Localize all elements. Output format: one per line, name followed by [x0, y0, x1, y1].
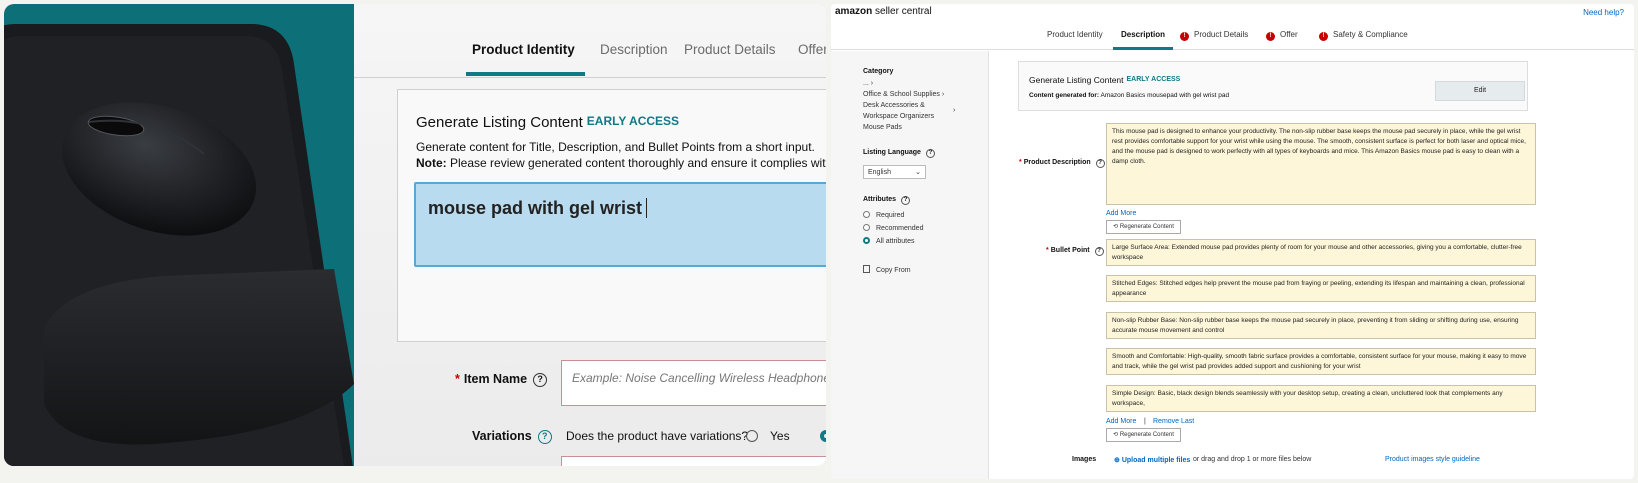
radio-selected-icon[interactable]	[820, 430, 826, 442]
seller-central-screen: amazon seller central Need help? Product…	[831, 4, 1634, 479]
refresh-icon: ⟲	[1113, 224, 1119, 230]
attribute-option-all[interactable]: All attributes	[863, 237, 915, 245]
mousepad-illustration	[4, 24, 354, 466]
help-icon[interactable]: ?	[533, 373, 548, 387]
tab-product-identity[interactable]: Product Identity	[1047, 30, 1103, 39]
category-path-workspace[interactable]: Workspace Organizers	[863, 113, 934, 120]
bullet-point-label: * Bullet Point?	[1046, 247, 1104, 256]
variations-question: Does the product have variations?	[566, 429, 749, 443]
bullet-point-textarea[interactable]: Stitched Edges: Stitched edges help prev…	[1106, 275, 1536, 302]
main-content: Generate Listing Content EARLY ACCESS Con…	[990, 51, 1634, 479]
zoom-tab-product-identity[interactable]: Product Identity	[472, 42, 575, 57]
item-name-input[interactable]: Example: Noise Cancelling Wireless Headp…	[561, 360, 826, 406]
tab-description[interactable]: Description	[1121, 30, 1165, 39]
active-tab-indicator	[466, 72, 585, 76]
promo-panel: Product Identity Description Product Det…	[4, 4, 826, 466]
early-access-badge: EARLY ACCESS	[586, 114, 680, 128]
attribute-option-recommended[interactable]: Recommended	[863, 224, 923, 232]
text-caret	[646, 198, 648, 218]
generate-listing-box: Generate Listing Content EARLY ACCESS Con…	[1018, 61, 1528, 111]
attributes-heading: Attributes?	[863, 196, 911, 205]
link-separator: |	[1144, 418, 1146, 425]
category-path-root[interactable]: ... ›	[863, 80, 873, 87]
regenerate-content-button[interactable]: ⟲ Regenerate Content	[1106, 428, 1181, 442]
copy-from-link[interactable]: Copy From	[863, 265, 911, 274]
generate-listing-box: Generate Listing Content EARLY ACCESS Gen…	[397, 89, 826, 342]
images-label: Images	[1072, 456, 1097, 463]
product-description-label: * Product Description?	[1019, 159, 1105, 168]
variations-no-option[interactable]	[820, 429, 826, 443]
help-icon[interactable]: ?	[1094, 247, 1104, 256]
composite-screenshot: Product Identity Description Product Det…	[0, 0, 1638, 483]
add-more-link[interactable]: Add More	[1106, 418, 1136, 425]
radio-icon[interactable]	[746, 430, 758, 442]
radio-icon[interactable]	[863, 224, 870, 231]
regenerate-content-button[interactable]: ⟲ Regenerate Content	[1106, 220, 1181, 234]
generate-description: Generate content for Title, Description,…	[416, 140, 815, 154]
amazon-seller-central-logo[interactable]: amazon seller central	[835, 6, 932, 17]
sidebar: Category ... › Office & School Supplies …	[831, 51, 989, 479]
drag-drop-text: or drag and drop 1 or more files below	[1193, 456, 1312, 463]
zoom-tab-bar: Product Identity Description Product Det…	[354, 4, 826, 78]
generate-title: Generate Listing Content EARLY ACCESS	[1029, 75, 1181, 85]
chevron-right-icon: ›	[870, 80, 874, 87]
category-path-desk[interactable]: Desk Accessories &	[863, 102, 925, 109]
language-select[interactable]: English ⌄	[863, 165, 926, 179]
bullet-point-textarea[interactable]: Simple Design: Basic, black design blend…	[1106, 385, 1536, 412]
need-help-link[interactable]: Need help?	[1583, 8, 1624, 17]
add-more-link[interactable]: Add More	[1106, 210, 1136, 217]
copy-icon	[863, 265, 870, 273]
chevron-down-icon: ⌄	[915, 169, 921, 176]
zoom-tab-description[interactable]: Description	[600, 42, 668, 57]
tab-offer[interactable]: ! Offer	[1266, 30, 1298, 41]
product-photo	[4, 4, 354, 466]
variations-yes-option[interactable]: Yes	[746, 429, 790, 443]
tab-safety-compliance[interactable]: ! Safety & Compliance	[1319, 30, 1408, 41]
radio-selected-icon[interactable]	[863, 237, 870, 244]
generate-note: Note: Please review generated content th…	[416, 156, 826, 170]
error-icon: !	[1319, 32, 1328, 41]
edit-button[interactable]: Edit	[1435, 81, 1525, 101]
refresh-icon: ⟲	[1113, 432, 1119, 438]
generate-title: Generate Listing Content EARLY ACCESS	[416, 114, 680, 131]
tab-product-details[interactable]: ! Product Details	[1180, 30, 1248, 41]
item-name-label: * Item Name?	[455, 372, 548, 387]
help-icon[interactable]: ?	[901, 196, 911, 205]
zoom-tab-product-details[interactable]: Product Details	[684, 42, 776, 57]
generate-input-value: mouse pad with gel wrist	[428, 198, 648, 219]
generate-input[interactable]: mouse pad with gel wrist	[414, 182, 826, 267]
error-icon: !	[1266, 32, 1275, 41]
zoom-tab-offer[interactable]: Offer	[798, 42, 826, 57]
upload-files-link[interactable]: ⊕ Upload multiple files	[1114, 456, 1190, 464]
bullet-point-textarea[interactable]: Non-slip Rubber Base: Non-slip rubber ba…	[1106, 312, 1536, 339]
chevron-right-icon: ›	[941, 91, 945, 98]
help-icon[interactable]: ?	[1095, 159, 1105, 168]
active-tab-indicator	[1113, 47, 1173, 50]
top-bar: amazon seller central Need help? Product…	[831, 4, 1634, 50]
early-access-badge: EARLY ACCESS	[1126, 76, 1181, 83]
help-icon[interactable]: ?	[925, 149, 935, 158]
category-heading: Category	[863, 68, 894, 75]
chevron-right-icon: ›	[953, 107, 956, 114]
radio-icon[interactable]	[863, 211, 870, 218]
help-icon[interactable]: ?	[537, 430, 552, 444]
product-description-textarea[interactable]: This mouse pad is designed to enhance yo…	[1106, 123, 1536, 205]
remove-last-link[interactable]: Remove Last	[1153, 418, 1194, 425]
image-guideline-link[interactable]: Product images style guideline	[1385, 456, 1480, 463]
upload-icon: ⊕	[1114, 457, 1120, 464]
generated-for-text: Content generated for: Amazon Basics mou…	[1029, 92, 1230, 99]
zoomed-listing-form: Product Identity Description Product Det…	[354, 4, 826, 466]
bullet-point-textarea[interactable]: Large Surface Area: Extended mouse pad p…	[1106, 239, 1536, 266]
attribute-option-required[interactable]: Required	[863, 211, 904, 219]
error-icon: !	[1180, 32, 1189, 41]
bullet-point-textarea[interactable]: Smooth and Comfortable: High-quality, sm…	[1106, 348, 1536, 375]
language-heading: Listing Language?	[863, 149, 935, 158]
next-field-input[interactable]	[561, 456, 826, 466]
category-path-mouse-pads[interactable]: Mouse Pads	[863, 124, 902, 131]
category-path-office[interactable]: Office & School Supplies ›	[863, 91, 944, 98]
variations-label: Variations?	[472, 429, 552, 444]
